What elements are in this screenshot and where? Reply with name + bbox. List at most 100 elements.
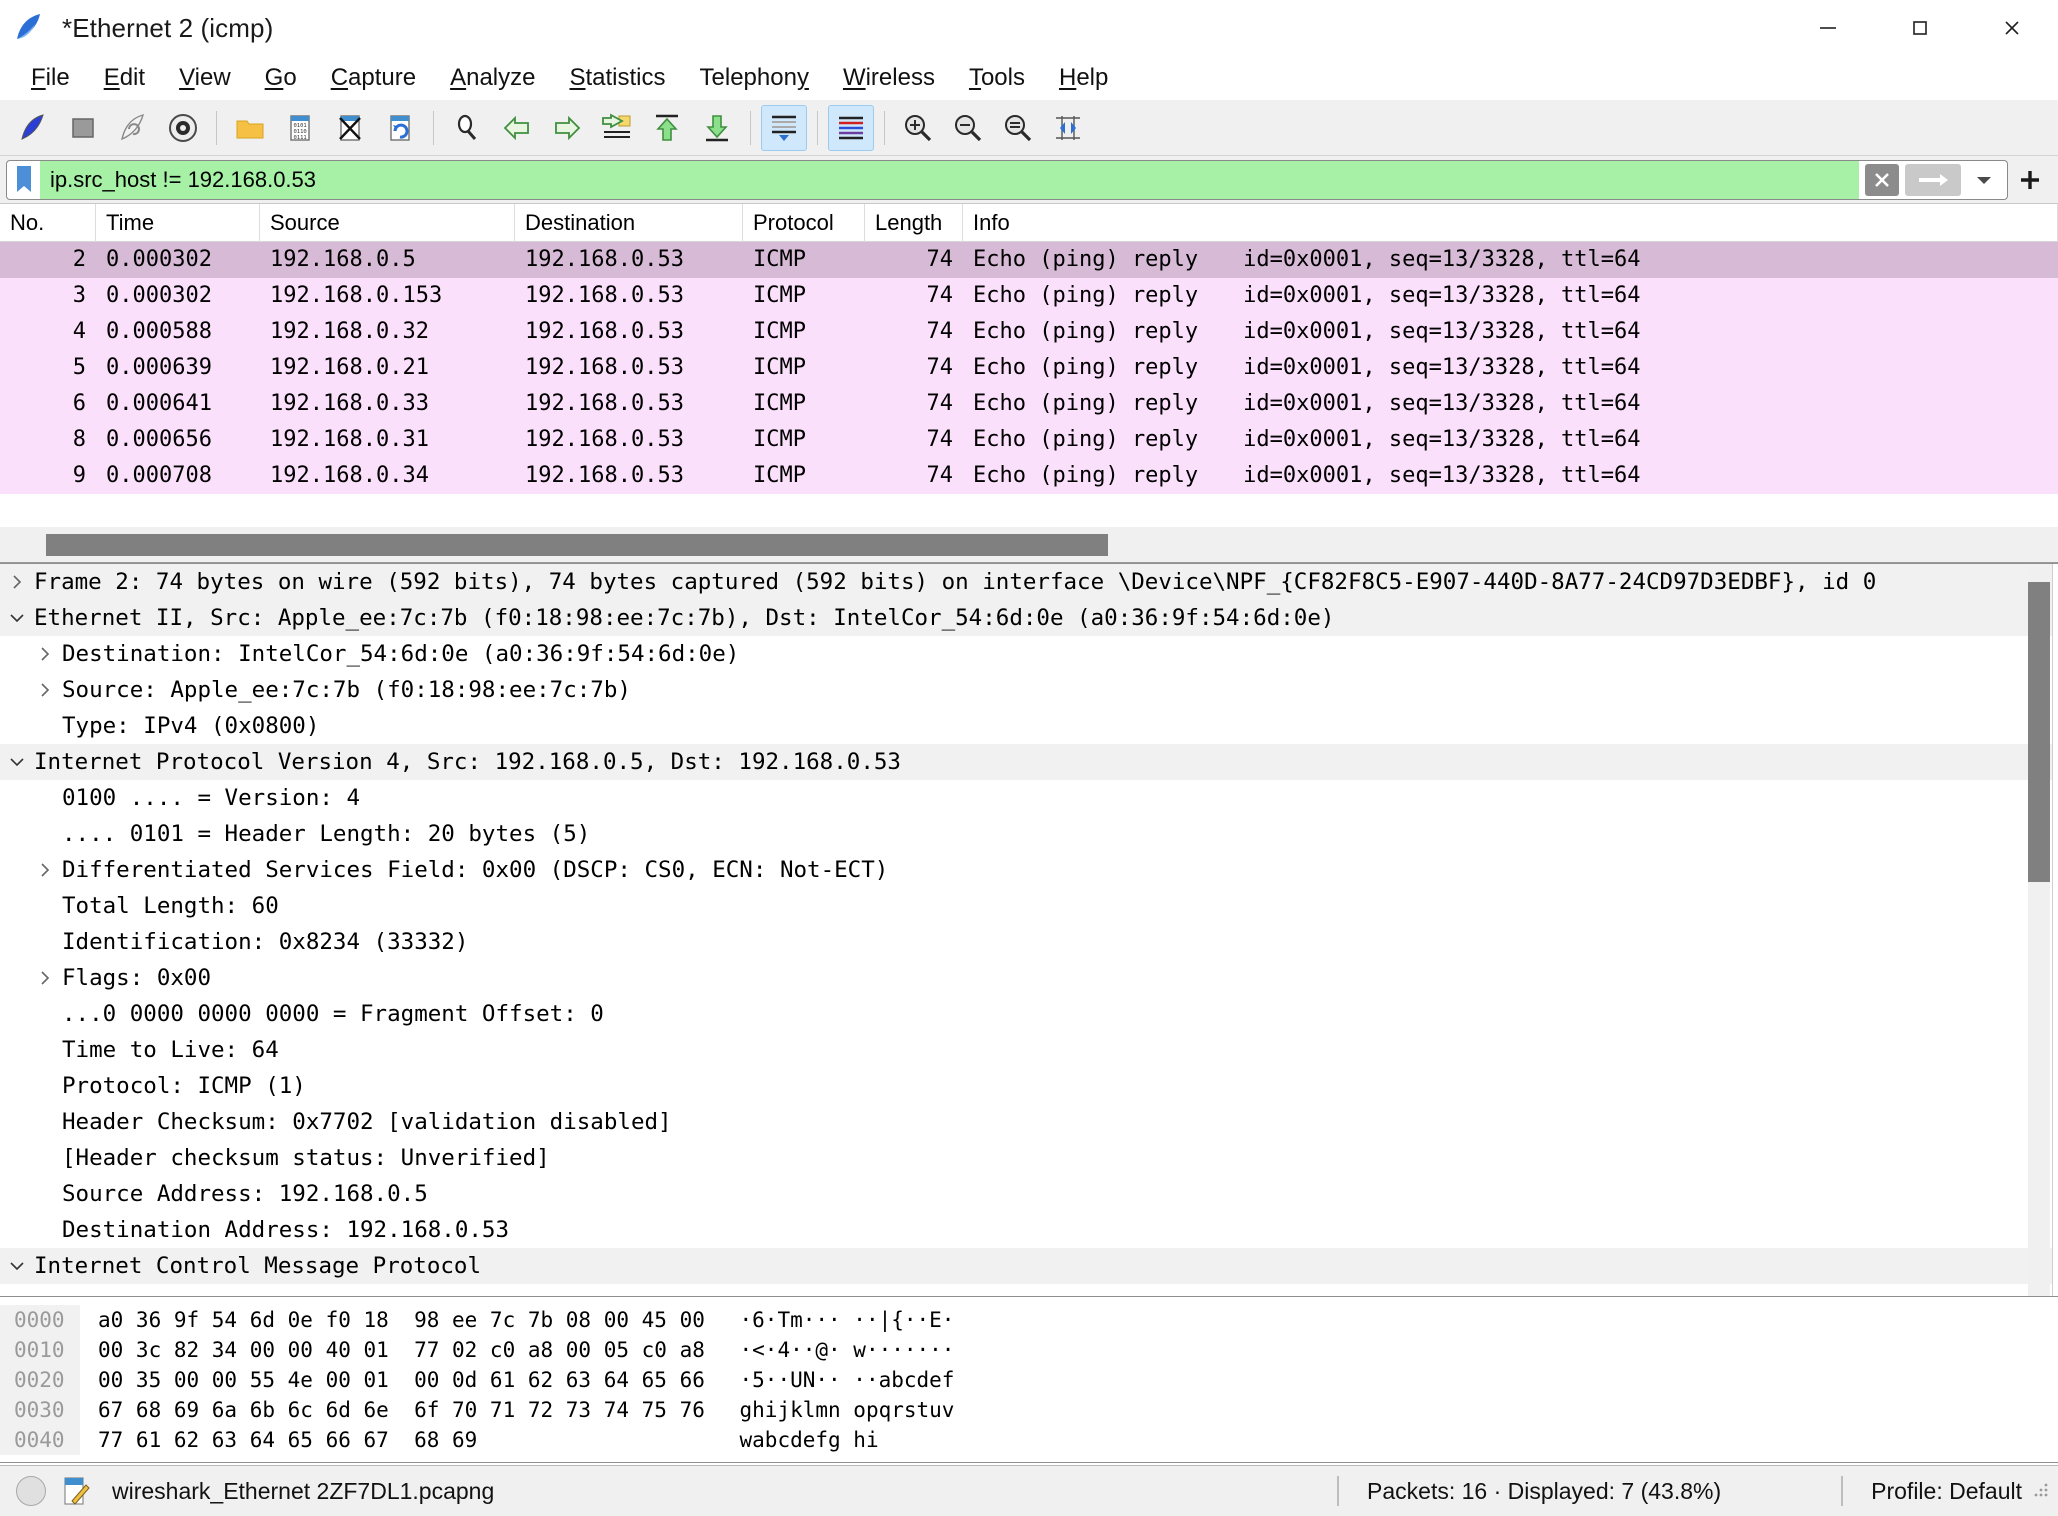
tree-item[interactable]: Header Checksum: 0x7702 [validation disa… — [0, 1104, 2058, 1140]
column-header-time[interactable]: Time — [96, 203, 260, 242]
plus-icon[interactable] — [2008, 160, 2052, 200]
table-row[interactable]: 6 0.000641 192.168.0.33 192.168.0.53 ICMP 74 E… — [0, 386, 2058, 422]
go-last-packet-icon[interactable] — [694, 105, 740, 151]
menu-item-wireless[interactable]: Wireless — [826, 61, 952, 95]
hex-dump-row[interactable]: 0040 77 61 62 63 64 65 66 67 68 69 wabcde… — [0, 1425, 2058, 1455]
tree-item[interactable]: Internet Protocol Version 4, Src: 192.16… — [0, 744, 2058, 780]
tree-item[interactable]: Source Address: 192.168.0.5 — [0, 1176, 2058, 1212]
tree-item[interactable]: Internet Control Message Protocol — [0, 1248, 2058, 1284]
capture-options-icon[interactable] — [160, 105, 206, 151]
clear-filter-icon[interactable] — [1865, 163, 1899, 196]
tree-item[interactable]: Destination Address: 192.168.0.53 — [0, 1212, 2058, 1248]
hex-dump-row[interactable]: 0010 00 3c 82 34 00 00 40 01 77 02 c0 a8 … — [0, 1335, 2058, 1365]
packet-list[interactable]: No. Time Source Destination Protocol Len… — [0, 203, 2058, 527]
menu-item-view[interactable]: View — [162, 61, 248, 95]
tree-item[interactable]: [Header checksum status: Unverified] — [0, 1140, 2058, 1176]
table-row[interactable]: 3 0.000302 192.168.0.153 192.168.0.53 ICMP 74… — [0, 278, 2058, 314]
menu-item-go[interactable]: Go — [248, 61, 314, 95]
tree-item[interactable]: Differentiated Services Field: 0x00 (DSC… — [0, 852, 2058, 888]
expert-info-circle-icon[interactable] — [16, 1476, 46, 1506]
tree-item[interactable]: .... 0101 = Header Length: 20 bytes (5) — [0, 816, 2058, 852]
column-header-source[interactable]: Source — [260, 203, 515, 242]
find-packet-icon[interactable] — [444, 105, 490, 151]
packet-bytes-pane[interactable]: 0000 a0 36 9f 54 6d 0e f0 18 98 ee 7c 7b … — [0, 1297, 2058, 1463]
tree-item[interactable]: Source: Apple_ee:7c:7b (f0:18:98:ee:7c:7… — [0, 672, 2058, 708]
chevron-right-icon[interactable] — [32, 646, 58, 662]
column-header-destination[interactable]: Destination — [515, 203, 743, 242]
colorize-packets-icon[interactable] — [828, 104, 874, 151]
hex-dump-row[interactable]: 0030 67 68 69 6a 6b 6c 6d 6e 6f 70 71 72 … — [0, 1395, 2058, 1425]
menu-item-statistics[interactable]: Statistics — [552, 61, 682, 95]
go-to-packet-icon[interactable] — [594, 105, 640, 151]
hex-dump-row[interactable]: 0020 00 35 00 00 55 4e 00 01 00 0d 61 62 … — [0, 1365, 2058, 1395]
menu-item-telephony[interactable]: Telephony — [683, 61, 826, 95]
scrollbar-thumb[interactable] — [46, 533, 1108, 556]
display-filter-input[interactable]: ip.src_host != 192.168.0.53 — [40, 159, 1859, 200]
tree-item[interactable]: Destination: IntelCor_54:6d:0e (a0:36:9f… — [0, 636, 2058, 672]
close-icon[interactable] — [1966, 0, 2058, 56]
chevron-right-icon[interactable] — [32, 970, 58, 986]
hex-dump-row[interactable]: 0000 a0 36 9f 54 6d 0e f0 18 98 ee 7c 7b … — [0, 1305, 2058, 1335]
table-row[interactable]: 2 0.000302 192.168.0.5 192.168.0.53 ICMP 74 Ec… — [0, 242, 2058, 278]
stop-capture-icon[interactable] — [60, 105, 106, 151]
restart-capture-icon[interactable] — [110, 105, 156, 151]
svg-text:0111: 0111 — [294, 135, 307, 141]
tree-item[interactable]: Ethernet II, Src: Apple_ee:7c:7b (f0:18:… — [0, 600, 2058, 636]
menu-item-tools[interactable]: Tools — [952, 61, 1042, 95]
go-first-packet-icon[interactable] — [644, 105, 690, 151]
table-row[interactable]: 8 0.000656 192.168.0.31 192.168.0.53 ICMP 74 E… — [0, 422, 2058, 458]
column-header-length[interactable]: Length — [865, 203, 963, 242]
table-row[interactable]: 9 0.000708 192.168.0.34 192.168.0.53 ICMP 74 E… — [0, 458, 2058, 494]
zoom-out-icon[interactable] — [945, 105, 991, 151]
menu-item-help[interactable]: Help — [1042, 61, 1125, 95]
tree-item-label: Destination: IntelCor_54:6d:0e (a0:36:9f… — [62, 641, 740, 667]
reload-file-icon[interactable] — [377, 105, 423, 151]
zoom-in-icon[interactable] — [895, 105, 941, 151]
menu-item-file[interactable]: File — [14, 61, 87, 95]
close-file-icon[interactable] — [327, 105, 373, 151]
tree-item[interactable]: Frame 2: 74 bytes on wire (592 bits), 74… — [0, 564, 2058, 600]
zoom-reset-icon[interactable] — [995, 105, 1041, 151]
chevron-down-icon[interactable] — [4, 754, 30, 770]
tree-item[interactable]: Type: IPv4 (0x0800) — [0, 708, 2058, 744]
open-file-icon[interactable] — [227, 105, 273, 151]
column-header-no[interactable]: No. — [0, 203, 96, 242]
menu-item-capture[interactable]: Capture — [314, 61, 433, 95]
start-capture-icon[interactable] — [10, 105, 56, 151]
go-forward-icon[interactable] — [544, 105, 590, 151]
resize-grip-icon[interactable] — [2032, 1480, 2050, 1503]
resize-columns-icon[interactable] — [1045, 105, 1091, 151]
capture-file-comment-icon[interactable] — [62, 1475, 90, 1507]
save-file-icon[interactable]: 0101 0110 0111 — [277, 105, 323, 151]
tree-item[interactable]: Protocol: ICMP (1) — [0, 1068, 2058, 1104]
column-header-protocol[interactable]: Protocol — [743, 203, 865, 242]
menu-item-analyze[interactable]: Analyze — [433, 61, 552, 95]
tree-item[interactable]: Flags: 0x00 — [0, 960, 2058, 996]
chevron-down-icon[interactable] — [1967, 163, 2001, 196]
table-row[interactable]: 4 0.000588 192.168.0.32 192.168.0.53 ICMP 74 E… — [0, 314, 2058, 350]
chevron-right-icon[interactable] — [4, 574, 30, 590]
chevron-right-icon[interactable] — [32, 682, 58, 698]
menu-item-edit[interactable]: Edit — [87, 61, 162, 95]
chevron-down-icon[interactable] — [4, 610, 30, 626]
tree-item[interactable]: 0100 .... = Version: 4 — [0, 780, 2058, 816]
table-row[interactable]: 5 0.000639 192.168.0.21 192.168.0.53 ICMP 74 E… — [0, 350, 2058, 386]
packet-list-empty-space — [0, 494, 2058, 526]
packet-list-horizontal-scrollbar[interactable] — [0, 527, 2058, 563]
tree-item[interactable]: ...0 0000 0000 0000 = Fragment Offset: 0 — [0, 996, 2058, 1032]
chevron-down-icon[interactable] — [4, 1258, 30, 1274]
go-back-icon[interactable] — [494, 105, 540, 151]
apply-filter-arrow-icon[interactable] — [1905, 163, 1961, 196]
tree-item[interactable]: Total Length: 60 — [0, 888, 2058, 924]
packet-detail-pane[interactable]: Frame 2: 74 bytes on wire (592 bits), 74… — [0, 563, 2058, 1297]
minimize-icon[interactable] — [1782, 0, 1874, 56]
chevron-right-icon[interactable] — [32, 862, 58, 878]
profile-label[interactable]: Profile: Default — [1871, 1478, 2022, 1505]
column-header-info[interactable]: Info — [963, 203, 2058, 242]
tree-item[interactable]: Time to Live: 64 — [0, 1032, 2058, 1068]
tree-item[interactable]: Identification: 0x8234 (33332) — [0, 924, 2058, 960]
auto-scroll-icon[interactable] — [761, 104, 807, 151]
scrollbar-thumb[interactable] — [2028, 582, 2050, 882]
maximize-icon[interactable] — [1874, 0, 1966, 56]
bookmark-icon[interactable] — [6, 159, 40, 200]
